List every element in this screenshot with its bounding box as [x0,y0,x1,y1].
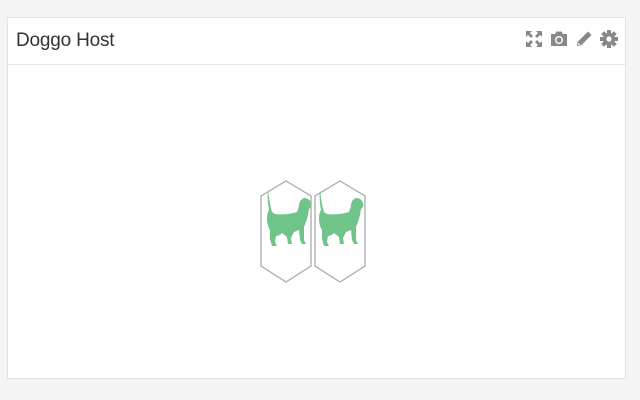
dog-hexagon-2[interactable] [314,180,366,283]
widget-panel: Doggo Host [7,17,626,379]
settings-button[interactable] [599,28,619,50]
widget-title: Doggo Host [16,30,115,51]
hexagon-group [260,180,366,283]
expand-button[interactable] [524,28,544,50]
widget-toolbar [524,27,619,51]
widget-header: Doggo Host [8,18,625,65]
edit-button[interactable] [574,28,594,50]
snapshot-button[interactable] [549,28,569,50]
camera-icon [551,31,567,46]
expand-icon [526,31,542,47]
dog-hexagon-1[interactable] [260,180,312,283]
pencil-icon [577,31,592,46]
widget-body [8,65,625,378]
gear-icon [600,30,618,48]
